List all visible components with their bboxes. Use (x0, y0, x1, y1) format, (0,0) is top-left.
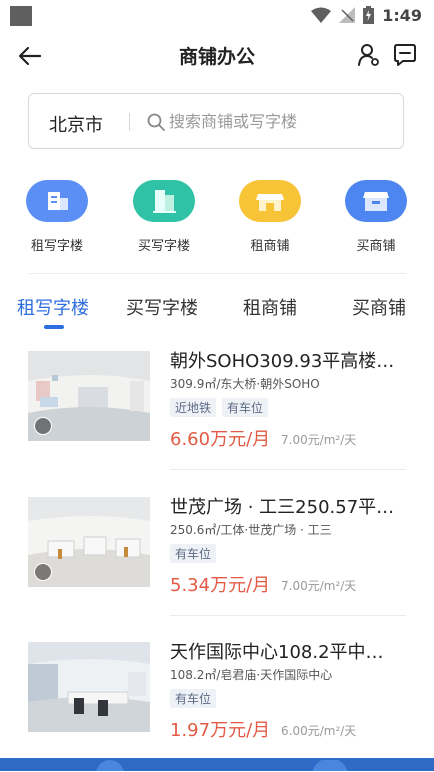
back-button[interactable] (14, 40, 46, 72)
listing-tags: 有车位 (170, 689, 217, 708)
tab-buy-shop[interactable]: 买商铺 (352, 294, 406, 320)
category-shortcuts: 租写字楼 买写字楼 租商铺 买商铺 (0, 175, 434, 265)
office-rent-icon (26, 180, 88, 222)
listing-subtitle: 250.6㎡/工体·世茂广场 · 工三 (170, 523, 332, 537)
listing-item[interactable]: 天作国际中心108.2平中楼… 108.2㎡/皂君庙·天作国际中心 有车位 1.… (0, 642, 434, 772)
listing-title: 天作国际中心108.2平中楼… (170, 642, 400, 663)
category-buy-shop[interactable]: 买商铺 (331, 175, 421, 254)
search-divider (129, 113, 130, 131)
search-icon (147, 113, 165, 131)
listing-price: 6.60万元/月 (170, 429, 271, 450)
status-bar: 1:49 (0, 0, 434, 30)
category-rent-shop[interactable]: 租商铺 (225, 175, 315, 254)
divider (28, 273, 406, 274)
listing-price: 5.34万元/月 (170, 575, 271, 596)
listing-unit-price: 7.00元/m²/天 (281, 433, 357, 447)
listing-tag: 有车位 (222, 398, 269, 417)
category-label: 租商铺 (250, 239, 290, 254)
tab-rent-office[interactable]: 租写字楼 (17, 294, 89, 320)
vr-icon (34, 417, 52, 435)
listing-photo (28, 642, 150, 732)
category-label: 买写字楼 (137, 239, 190, 254)
user-settings-icon (358, 44, 379, 66)
divider (170, 615, 406, 616)
listing-tags: 近地铁 有车位 (170, 398, 269, 417)
signal-icon (339, 7, 356, 23)
listing-item[interactable]: 朝外SOHO309.93平高楼… 309.9㎡/东大桥·朝外SOHO 近地铁 有… (0, 351, 434, 481)
active-tab-indicator (44, 325, 64, 329)
app-bar: 商铺办公 (0, 30, 434, 80)
office-buy-icon (133, 180, 195, 222)
back-arrow-icon (18, 46, 42, 66)
listing-subtitle: 108.2㎡/皂君庙·天作国际中心 (170, 668, 333, 682)
message-icon (394, 44, 416, 66)
user-button[interactable] (354, 40, 384, 70)
listing-title: 朝外SOHO309.93平高楼… (170, 351, 395, 372)
search-input[interactable] (169, 108, 389, 134)
listing-tag: 有车位 (170, 689, 217, 708)
city-selector[interactable]: 北京市 (49, 111, 103, 137)
shop-buy-icon (345, 180, 407, 222)
divider (170, 469, 406, 470)
listing-tabs: 租写字楼 买写字楼 租商铺 买商铺 (0, 290, 434, 332)
listing-tag: 近地铁 (170, 398, 217, 417)
shop-rent-icon (239, 180, 301, 222)
listing-title: 世茂广场 · 工三250.57平… (170, 497, 395, 518)
search-bar: 北京市 (28, 93, 404, 149)
bottom-banner[interactable] (0, 758, 434, 771)
tab-rent-shop[interactable]: 租商铺 (243, 294, 297, 320)
category-rent-office[interactable]: 租写字楼 (12, 175, 102, 254)
listing-photo (28, 351, 150, 441)
category-label: 买商铺 (356, 239, 396, 254)
listing-photo (28, 497, 150, 587)
notification-icon (10, 6, 32, 26)
listing-price: 1.97万元/月 (170, 720, 271, 741)
category-buy-office[interactable]: 买写字楼 (119, 175, 209, 254)
listing-unit-price: 7.00元/m²/天 (281, 579, 357, 593)
listing-subtitle: 309.9㎡/东大桥·朝外SOHO (170, 377, 320, 391)
tab-buy-office[interactable]: 买写字楼 (126, 294, 198, 320)
wifi-icon (311, 7, 332, 23)
message-button[interactable] (390, 40, 420, 70)
battery-icon (363, 6, 375, 24)
listing-unit-price: 6.00元/m²/天 (281, 724, 357, 738)
category-label: 租写字楼 (30, 239, 83, 254)
vr-icon (34, 563, 52, 581)
listing-item[interactable]: 世茂广场 · 工三250.57平… 250.6㎡/工体·世茂广场 · 工三 有车… (0, 497, 434, 627)
status-indicators: 1:49 (311, 4, 422, 26)
listing-tag: 有车位 (170, 544, 217, 563)
status-time: 1:49 (382, 5, 422, 25)
listing-tags: 有车位 (170, 544, 217, 563)
